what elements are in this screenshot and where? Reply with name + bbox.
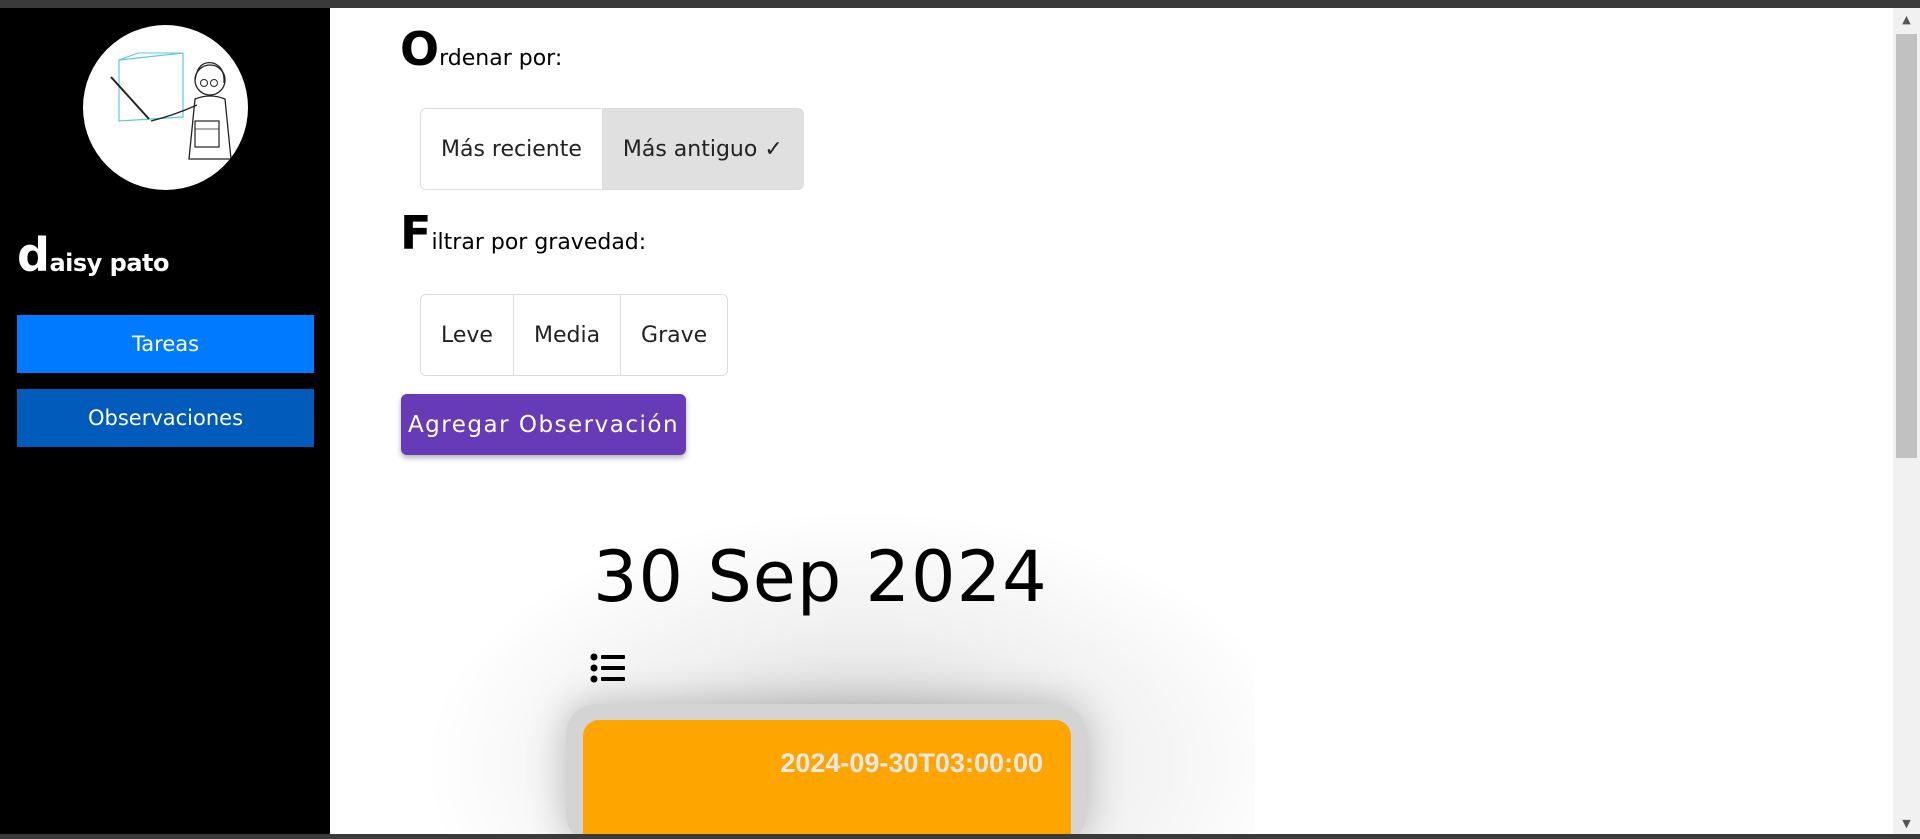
- filter-grave-button[interactable]: Grave: [621, 295, 728, 375]
- browser-bottom-bar: [0, 834, 1920, 839]
- nav-tareas-button[interactable]: Tareas: [17, 315, 314, 373]
- browser-top-bar: [0, 0, 1920, 8]
- filter-heading-initial: F: [400, 206, 432, 260]
- order-newest-button[interactable]: Más reciente: [421, 109, 603, 189]
- date-group-title: 30 Sep 2024: [593, 536, 1048, 618]
- scrollbar-thumb[interactable]: [1896, 34, 1917, 458]
- main-content: Ordenar por: Más reciente Más antiguo ✓ …: [330, 8, 1893, 839]
- observation-card[interactable]: 2024-09-30T03:00:00: [583, 720, 1071, 839]
- observation-card-datetime: 2024-09-30T03:00:00: [780, 748, 1043, 778]
- scroll-down-arrow-icon[interactable]: ▼: [1893, 812, 1920, 834]
- order-heading-initial: O: [400, 22, 440, 76]
- filter-media-button[interactable]: Media: [513, 295, 622, 375]
- avatar: [83, 25, 248, 190]
- order-heading-rest: rdenar por:: [439, 46, 563, 71]
- filter-leve-button[interactable]: Leve: [421, 295, 514, 375]
- scroll-up-arrow-icon[interactable]: ▲: [1893, 8, 1920, 30]
- user-name-rest: aisy pato: [49, 249, 169, 277]
- severity-filter-group: Leve Media Grave: [420, 294, 729, 376]
- user-name-initial: d: [17, 228, 50, 282]
- filter-heading-rest: iltrar por gravedad:: [431, 230, 647, 255]
- nav-observaciones-button[interactable]: Observaciones: [17, 389, 314, 447]
- order-button-group: Más reciente Más antiguo ✓: [420, 108, 804, 190]
- vertical-scrollbar[interactable]: ▲ ▼: [1893, 8, 1920, 834]
- order-oldest-button[interactable]: Más antiguo ✓: [602, 109, 803, 189]
- list-icon[interactable]: [590, 652, 626, 684]
- teacher-illustration-icon: [110, 52, 232, 160]
- user-name: daisy pato: [17, 232, 169, 278]
- order-heading: Ordenar por:: [400, 26, 562, 72]
- filter-heading: Filtrar por gravedad:: [400, 210, 646, 256]
- add-observation-button[interactable]: Agregar Observación: [401, 394, 686, 455]
- sidebar: daisy pato Tareas Observaciones: [0, 8, 330, 834]
